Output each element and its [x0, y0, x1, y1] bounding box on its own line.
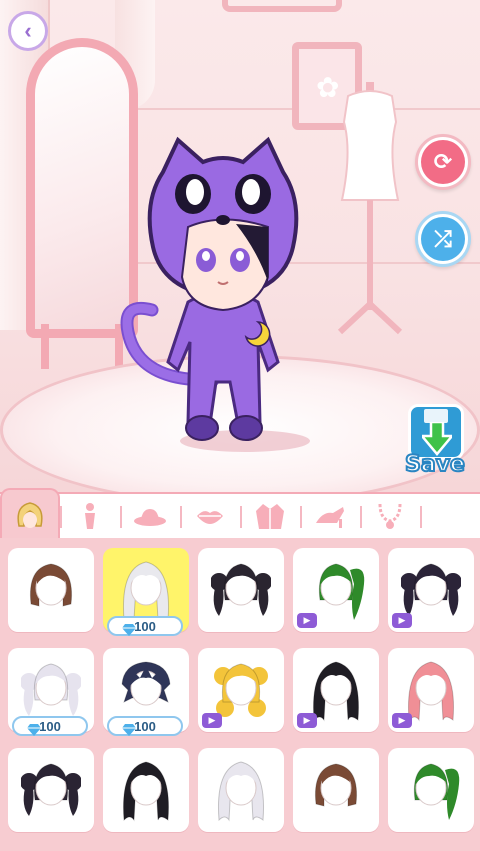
video-ad-icon: ▶ — [202, 713, 222, 728]
tab-hair[interactable] — [0, 488, 61, 540]
body-icon — [85, 503, 96, 529]
tab-necklace[interactable] — [360, 494, 420, 538]
coat-icon — [256, 504, 285, 529]
back-button[interactable]: ‹ — [8, 11, 48, 51]
hair-item-card[interactable] — [388, 748, 474, 832]
video-ad-icon: ▶ — [297, 613, 317, 628]
video-ad-icon: ▶ — [297, 713, 317, 728]
video-ad-icon: ▶ — [392, 713, 412, 728]
shoe-icon — [316, 507, 345, 528]
hair-item-card[interactable]: 100 — [103, 548, 189, 636]
hair-item-card[interactable] — [198, 548, 284, 632]
diamond-icon — [122, 724, 136, 736]
hair-item-card[interactable]: ▶ — [388, 648, 474, 732]
chevron-left-icon: ‹ — [24, 18, 32, 43]
hair-item-card[interactable]: ▶ — [293, 548, 379, 632]
save-label: Save — [404, 451, 466, 478]
hat-icon — [134, 509, 167, 526]
tab-shoes[interactable] — [300, 494, 360, 538]
shuffle-button[interactable]: ⤮ — [415, 211, 471, 267]
price-value: 100 — [134, 618, 156, 634]
tab-hat[interactable] — [120, 494, 180, 538]
mirror-leg — [41, 324, 49, 369]
price-value: 100 — [39, 718, 61, 734]
hair-icon — [17, 502, 43, 528]
download-arrow-icon — [422, 422, 452, 456]
hair-item-card[interactable]: 100 — [8, 648, 94, 736]
hair-item-card[interactable]: ▶ — [388, 548, 474, 632]
hair-item-card[interactable]: ▶ — [293, 648, 379, 732]
gem-price-badge: 100 — [107, 716, 183, 736]
hair-item-grid: 100 ▶ ▶ 100 100 ▶ ▶ ▶ — [0, 538, 480, 851]
hair-item-card[interactable]: 100 — [103, 648, 189, 736]
diamond-icon — [27, 724, 41, 736]
save-button[interactable]: Save — [398, 404, 472, 484]
necklace-icon — [378, 503, 402, 529]
hair-item-card[interactable] — [8, 548, 94, 632]
hair-item-card[interactable] — [103, 748, 189, 832]
tab-more[interactable] — [420, 494, 480, 538]
tab-body[interactable] — [60, 494, 120, 538]
hair-item-card[interactable] — [293, 748, 379, 832]
video-ad-icon: ▶ — [392, 613, 412, 628]
wall-shelf — [222, 0, 342, 12]
price-value: 100 — [134, 718, 156, 734]
reset-button[interactable]: ⟳ — [415, 134, 471, 190]
hair-item-card[interactable] — [198, 748, 284, 832]
refresh-icon: ⟳ — [421, 140, 465, 184]
avatar-character[interactable] — [118, 132, 328, 462]
gem-price-badge: 100 — [12, 716, 88, 736]
hair-item-card[interactable]: ▶ — [198, 648, 284, 732]
diamond-icon — [122, 624, 136, 636]
lips-icon — [197, 511, 224, 524]
gem-price-badge: 100 — [107, 616, 183, 636]
category-tabs — [0, 488, 480, 540]
shuffle-icon: ⤮ — [421, 217, 465, 261]
hair-item-card[interactable] — [8, 748, 94, 832]
tab-coat[interactable] — [240, 494, 300, 538]
dress-mannequin — [337, 82, 403, 335]
tab-lips[interactable] — [180, 494, 240, 538]
